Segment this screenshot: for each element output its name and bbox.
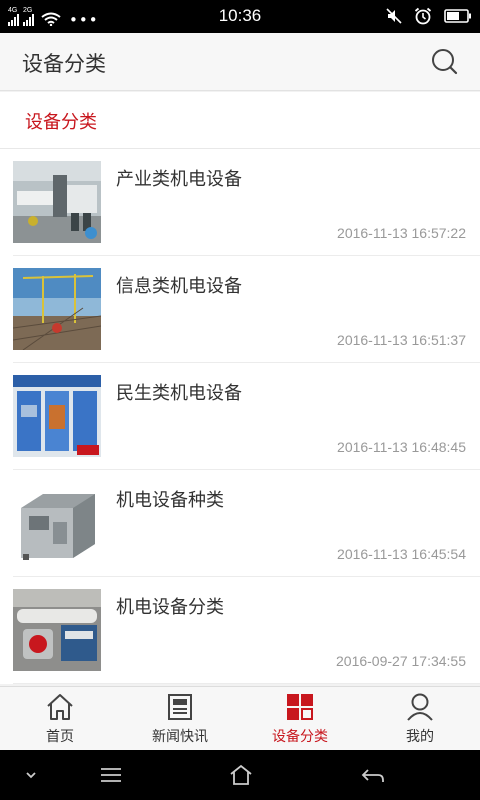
item-title: 信息类机电设备 [116, 276, 242, 297]
tab-label: 设备分类 [272, 729, 328, 745]
search-icon[interactable] [430, 47, 460, 77]
bottom-tab-bar: 首页 新闻快讯 设备分类 我的 [0, 686, 480, 750]
list-item[interactable]: 机电设备种类 2016-11-13 16:45:54 [13, 470, 480, 577]
section-title: 设备分类 [25, 112, 97, 133]
item-title: 机电设备种类 [116, 490, 224, 511]
content-area: 设备分类 产业类机电设备 2016-11-13 16:57:22 信息类机电设备… [0, 92, 480, 684]
menu-icon[interactable] [98, 762, 124, 788]
home-icon [47, 694, 73, 720]
item-date: 2016-11-13 16:45:54 [337, 546, 466, 562]
list-item[interactable]: 产业类机电设备 2016-11-13 16:57:22 [13, 149, 480, 256]
item-title: 民生类机电设备 [116, 383, 242, 404]
battery-icon [444, 9, 471, 23]
tab-profile[interactable]: 我的 [360, 687, 480, 750]
item-date: 2016-11-13 16:57:22 [337, 225, 466, 241]
item-thumbnail [13, 375, 101, 457]
list-item[interactable]: 民生类机电设备 2016-11-13 16:48:45 [13, 363, 480, 470]
tab-label: 首页 [46, 729, 74, 745]
mute-icon [386, 8, 402, 24]
item-thumbnail [13, 482, 101, 564]
user-icon [407, 693, 433, 721]
tab-label: 我的 [406, 729, 434, 745]
alarm-icon [414, 7, 432, 25]
item-title: 机电设备分类 [116, 597, 224, 618]
app-bar: 设备分类 [0, 33, 480, 91]
item-date: 2016-11-13 16:48:45 [337, 439, 466, 455]
item-date: 2016-09-27 17:34:55 [336, 653, 466, 669]
tab-news[interactable]: 新闻快讯 [120, 687, 240, 750]
list-item[interactable]: 信息类机电设备 2016-11-13 16:51:37 [13, 256, 480, 363]
grid-icon [287, 694, 313, 720]
item-thumbnail [13, 161, 101, 243]
home-button-icon[interactable] [228, 762, 254, 788]
page-title: 设备分类 [22, 52, 106, 76]
status-bar: 4G 2G ••• 10:36 [0, 0, 480, 33]
chevron-down-icon[interactable] [18, 762, 44, 788]
section-header: 设备分类 [0, 92, 480, 149]
newspaper-icon [168, 694, 192, 720]
tab-label: 新闻快讯 [152, 729, 208, 745]
item-thumbnail [13, 589, 101, 671]
item-thumbnail [13, 268, 101, 350]
status-icons-right [386, 6, 472, 26]
item-title: 产业类机电设备 [116, 169, 242, 190]
system-nav-bar [0, 750, 480, 800]
list-item[interactable]: 机电设备分类 2016-09-27 17:34:55 [13, 577, 480, 684]
tab-categories[interactable]: 设备分类 [240, 687, 360, 750]
back-icon[interactable] [360, 762, 386, 788]
tab-home[interactable]: 首页 [0, 687, 120, 750]
item-date: 2016-11-13 16:51:37 [337, 332, 466, 348]
